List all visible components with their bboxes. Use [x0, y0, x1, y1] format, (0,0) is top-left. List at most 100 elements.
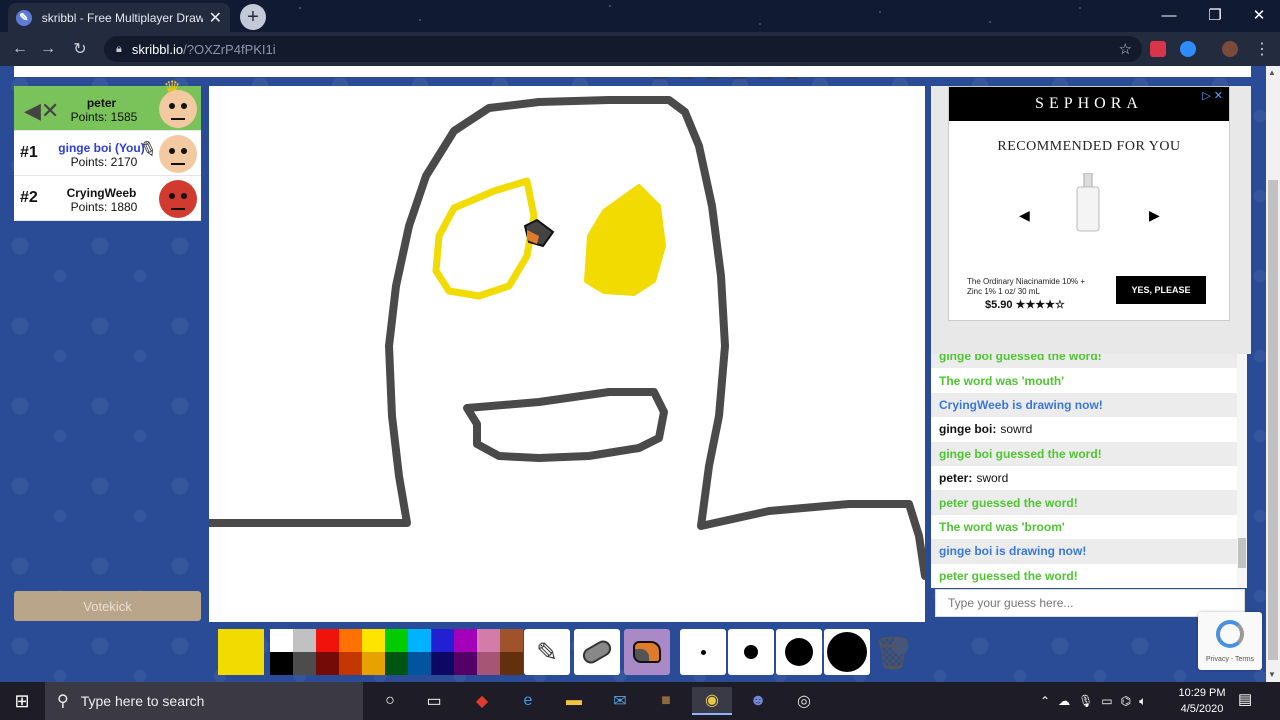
- close-window-button[interactable]: ✕: [1236, 0, 1280, 30]
- reload-icon[interactable]: ↻: [68, 38, 92, 60]
- color-swatch[interactable]: [362, 652, 385, 675]
- recaptcha-badge[interactable]: Privacy - Terms: [1198, 612, 1262, 670]
- ad-prev-arrow-icon[interactable]: ◀: [1019, 207, 1030, 224]
- player-row[interactable]: ◀✕ peter Points: 1585 ♛: [14, 78, 201, 131]
- color-swatch[interactable]: [293, 629, 316, 652]
- minecraft-icon[interactable]: ■: [646, 687, 686, 715]
- task-view-icon[interactable]: ▭: [414, 687, 454, 715]
- browser-tab[interactable]: ✎ skribbl - Free Multiplayer Drawing ✕: [8, 3, 230, 32]
- avatar-eye: [169, 193, 175, 199]
- network-icon[interactable]: ⌬: [1121, 694, 1131, 708]
- page-scrollbar-thumb[interactable]: [1268, 180, 1278, 660]
- onedrive-icon[interactable]: ☁: [1058, 694, 1070, 708]
- bookmark-star-icon[interactable]: ☆: [1119, 40, 1132, 58]
- skribbl-page: _ _ _ _ _ _ ◀✕ peter Points: 1585 ♛ #1 g…: [0, 66, 1266, 682]
- color-swatch[interactable]: [270, 629, 293, 652]
- player-row[interactable]: #1 ginge boi (You) Points: 2170 ✎: [14, 131, 201, 176]
- ad-cta-button[interactable]: YES, PLEASE: [1116, 276, 1206, 304]
- back-arrow-icon[interactable]: ←: [8, 38, 32, 60]
- color-swatch[interactable]: [339, 629, 362, 652]
- volume-icon[interactable]: 🔈︎: [1139, 694, 1146, 709]
- votekick-button[interactable]: Votekick: [14, 591, 201, 621]
- chat-scrollbar[interactable]: [1237, 354, 1247, 588]
- system-tray: ⌃ ☁ 🎙︎ ▭ ⌬ 🔈︎: [1040, 682, 1146, 720]
- color-swatch[interactable]: [431, 652, 454, 675]
- chrome-icon[interactable]: ◉: [692, 687, 732, 715]
- tab-title: skribbl - Free Multiplayer Drawing: [41, 10, 203, 25]
- color-swatch[interactable]: [477, 652, 500, 675]
- pencil-tool-button[interactable]: ✎: [524, 629, 570, 675]
- menu-kebab-icon[interactable]: ⋮: [1250, 38, 1274, 60]
- color-swatch[interactable]: [385, 652, 408, 675]
- scroll-up-arrow-icon[interactable]: ▲: [1268, 68, 1276, 77]
- color-swatch[interactable]: [316, 652, 339, 675]
- profile-avatar[interactable]: [1222, 41, 1238, 57]
- clock-time: 10:29 PM: [1178, 687, 1226, 699]
- roblox-icon[interactable]: ◆: [462, 687, 502, 715]
- color-swatch[interactable]: [454, 629, 477, 652]
- sephora-ad[interactable]: SEPHORA ▷ ✕ RECOMMENDED FOR YOU ◀ ▶ The …: [948, 86, 1230, 321]
- color-swatch[interactable]: [270, 652, 293, 675]
- eraser-tool-button[interactable]: [574, 629, 620, 675]
- battery-icon[interactable]: ▭: [1101, 694, 1112, 708]
- color-swatch[interactable]: [385, 629, 408, 652]
- notification-center-icon[interactable]: ▤: [1238, 690, 1252, 708]
- new-tab-button[interactable]: +: [240, 4, 266, 30]
- brush-size-large-button[interactable]: [776, 629, 822, 675]
- color-swatch[interactable]: [362, 629, 385, 652]
- address-bar[interactable]: 🔒︎ skribbl.io /?OXZrP4fPKI1i ☆: [104, 36, 1142, 62]
- extension-icon[interactable]: [1150, 41, 1166, 57]
- brush-size-xlarge-button[interactable]: [824, 629, 870, 675]
- chat-message: ginge boi guessed the word!: [931, 441, 1247, 466]
- minimize-window-button[interactable]: —: [1146, 0, 1192, 30]
- browser-titlebar: ✎ skribbl - Free Multiplayer Drawing ✕ +…: [0, 0, 1280, 32]
- page-scrollbar[interactable]: ▲ ▼: [1266, 66, 1280, 682]
- avatar-mouth: [171, 116, 185, 120]
- color-swatch[interactable]: [408, 629, 431, 652]
- chat-sender: ginge boi:: [939, 422, 997, 437]
- zoom-extension-icon[interactable]: [1180, 41, 1196, 57]
- clear-canvas-trash-icon[interactable]: 🗑︎: [873, 631, 914, 675]
- cortana-icon[interactable]: ○: [370, 687, 410, 715]
- brush-size-small-button[interactable]: [680, 629, 726, 675]
- obs-icon[interactable]: ◎: [784, 687, 824, 715]
- color-swatch[interactable]: [293, 652, 316, 675]
- scroll-down-arrow-icon[interactable]: ▼: [1268, 670, 1276, 679]
- color-swatch[interactable]: [454, 652, 477, 675]
- edge-icon[interactable]: e: [508, 687, 548, 715]
- tray-expand-icon[interactable]: ⌃: [1040, 694, 1050, 708]
- brush-size-medium-button[interactable]: [728, 629, 774, 675]
- ad-next-arrow-icon[interactable]: ▶: [1149, 207, 1160, 224]
- restore-window-button[interactable]: ❐: [1192, 0, 1238, 30]
- fill-tool-button[interactable]: [624, 629, 670, 675]
- microphone-icon[interactable]: 🎙︎: [1078, 694, 1093, 708]
- file-explorer-icon[interactable]: ▬: [554, 687, 594, 715]
- color-swatch[interactable]: [500, 629, 523, 652]
- color-swatch[interactable]: [339, 652, 362, 675]
- chat-message: peter guessed the word!: [939, 568, 1078, 583]
- color-swatch[interactable]: [431, 629, 454, 652]
- color-swatch[interactable]: [477, 629, 500, 652]
- chat-scrollbar-thumb[interactable]: [1238, 538, 1246, 568]
- adchoices-icon[interactable]: ▷ ✕: [1202, 89, 1223, 102]
- recaptcha-terms[interactable]: Privacy - Terms: [1198, 656, 1262, 663]
- stroke-left-eye: [432, 177, 538, 300]
- color-swatch[interactable]: [500, 652, 523, 675]
- color-swatch[interactable]: [408, 652, 431, 675]
- color-swatch[interactable]: [316, 629, 339, 652]
- windows-start-icon[interactable]: ⊞: [0, 682, 44, 720]
- taskbar-search[interactable]: ⚲ Type here to search: [45, 682, 363, 720]
- forward-arrow-icon[interactable]: →: [36, 38, 60, 60]
- chat-message: The word was 'mouth': [939, 373, 1065, 388]
- lock-icon: 🔒︎: [116, 42, 122, 55]
- ad-headline: RECOMMENDED FOR YOU: [997, 139, 1181, 154]
- tab-close-icon[interactable]: ✕: [209, 8, 222, 28]
- drawing-canvas[interactable]: [209, 86, 925, 622]
- taskbar-clock[interactable]: 10:29 PM 4/5/2020: [1172, 685, 1232, 717]
- discord-icon[interactable]: ☻: [738, 687, 778, 715]
- current-color-swatch: [218, 629, 264, 675]
- stroke-outline: [209, 96, 925, 580]
- player-row[interactable]: #2 CryingWeeb Points: 1880: [14, 176, 201, 221]
- eraser-icon: [580, 637, 614, 667]
- mail-icon[interactable]: ✉: [600, 687, 640, 715]
